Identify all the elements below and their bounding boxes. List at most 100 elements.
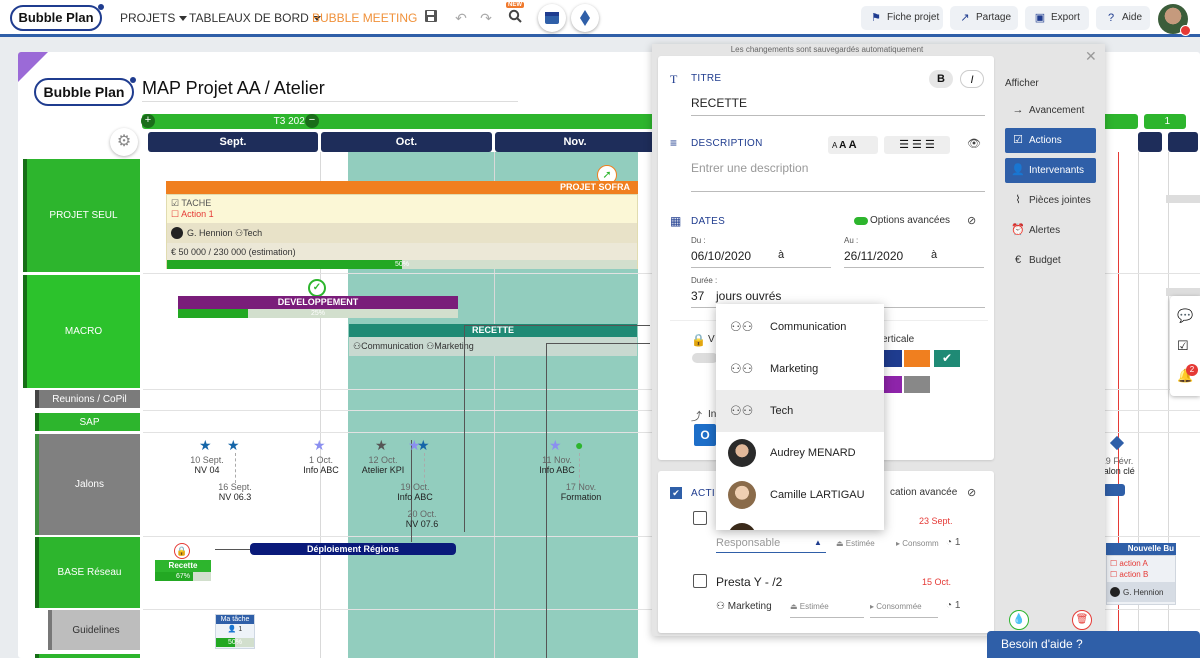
diamond-view-button[interactable] — [571, 4, 599, 32]
menu-pieces-jointes[interactable]: ⌇ Pièces jointes — [1005, 188, 1096, 213]
outlook-icon[interactable]: O — [694, 424, 716, 446]
eye-slash-icon[interactable]: ⊘ — [967, 214, 976, 227]
description-input[interactable]: Entrer une description — [691, 161, 808, 175]
action2-title[interactable]: Presta Y - /2 — [716, 575, 782, 589]
color-swatch-gray[interactable] — [904, 376, 930, 393]
milestone-star-icon[interactable]: ★ — [549, 438, 562, 452]
row-guidelines[interactable]: Guidelines — [48, 610, 140, 650]
action2-checkbox[interactable] — [693, 574, 707, 588]
month-next-2[interactable] — [1168, 132, 1198, 152]
responsable-select[interactable]: Responsable — [716, 537, 780, 549]
dropdown-option-more[interactable] — [716, 516, 884, 530]
month-nov[interactable]: Nov. — [495, 132, 655, 152]
dropdown-option-audrey-menard[interactable]: Audrey MENARD — [716, 432, 884, 474]
task-bar-fragment[interactable] — [1103, 484, 1125, 496]
task-recette-small[interactable]: Recette — [155, 560, 211, 572]
row-reunions[interactable]: Reunions / CoPil — [35, 390, 140, 408]
count-field-2[interactable]: ◔ 1 — [946, 600, 960, 611]
dropdown-option-tech[interactable]: ⚇⚇ Tech — [716, 390, 884, 432]
color-swatch-teal-selected[interactable]: ✔ — [934, 350, 960, 367]
options-avancees-toggle[interactable] — [854, 217, 868, 225]
milestone-star-icon[interactable]: ★ — [199, 438, 212, 452]
row-jalons[interactable]: Jalons — [35, 434, 140, 535]
italic-button[interactable]: I — [960, 70, 984, 88]
menu-avancement[interactable]: → Avancement — [1005, 98, 1096, 123]
check-icon[interactable]: ✓ — [308, 279, 326, 297]
dropdown-option-communication[interactable]: ⚇⚇ Communication — [716, 306, 884, 348]
action2-team[interactable]: ⚇ Marketing — [716, 601, 772, 612]
chat-icon[interactable]: 💬 — [1177, 308, 1193, 324]
partage-button[interactable]: ↗ Partage — [950, 6, 1018, 30]
action1-checkbox[interactable] — [693, 511, 707, 525]
nav-projets[interactable]: PROJETS — [120, 11, 188, 25]
nav-bubble-meeting[interactable]: BUBBLE MEETING — [312, 11, 417, 25]
dropdown-option-camille-lartigau[interactable]: Camille LARTIGAU — [716, 474, 884, 516]
task-developpement[interactable]: DEVELOPPEMENT — [178, 296, 458, 309]
user-avatar[interactable] — [1158, 4, 1191, 36]
milestone-star-icon[interactable]: ★ — [417, 438, 430, 452]
title-input[interactable]: RECETTE — [691, 96, 747, 110]
checklist-icon[interactable]: ☑ — [1177, 338, 1189, 354]
consommee2-field[interactable]: ▸ Consommée — [870, 602, 922, 611]
save-icon[interactable] — [422, 9, 440, 27]
month-next-1[interactable] — [1138, 132, 1162, 152]
close-icon[interactable]: ✕ — [1085, 48, 1097, 65]
end-date-input[interactable]: 26/11/2020 — [844, 249, 903, 263]
task-recette-teams[interactable]: ⚇Communication ⚇Marketing — [349, 337, 637, 356]
chevron-up-icon[interactable]: ▲ — [814, 538, 822, 547]
search-icon[interactable] — [506, 9, 524, 27]
row-sap[interactable]: SAP — [35, 413, 140, 431]
menu-budget[interactable]: € Budget — [1005, 248, 1096, 273]
settings-gear-icon[interactable]: ⚙ — [110, 128, 138, 156]
trash-icon[interactable]: 🗑 — [1072, 610, 1092, 630]
quarter-next[interactable]: 1 — [1144, 114, 1186, 129]
nav-tableaux-de-bord[interactable]: TABLEAUX DE BORD — [189, 11, 321, 25]
drop-icon[interactable]: 💧 — [1009, 610, 1029, 630]
lock-toggle[interactable] — [692, 353, 718, 363]
app-logo[interactable]: Bubble Plan — [10, 4, 104, 31]
text-align-buttons[interactable]: ☰ ☰ ☰ — [884, 136, 950, 154]
month-sept[interactable]: Sept. — [148, 132, 318, 152]
calendar-view-button[interactable] — [538, 4, 566, 32]
milestone-star-icon[interactable]: ★ — [313, 438, 326, 452]
consomme-field[interactable]: ▸ Consomm — [896, 539, 939, 548]
milestone-star-icon[interactable]: ★ — [227, 438, 240, 452]
task-ma-tache[interactable]: Ma tâche 👤 1 50% — [215, 614, 255, 649]
row-next[interactable] — [35, 654, 140, 658]
row-projet-seul[interactable]: PROJET SEUL — [23, 159, 140, 272]
color-swatch-orange[interactable] — [904, 350, 930, 367]
duration-input[interactable]: 37 — [691, 289, 704, 303]
dropdown-option-marketing[interactable]: ⚇⚇ Marketing — [716, 348, 884, 390]
task-projet-sofra-details[interactable]: ☑ TACHE ☐ Action 1 G. Hennion ⚇Tech € 50… — [166, 194, 638, 269]
row-macro[interactable]: MACRO — [23, 275, 140, 388]
aide-button[interactable]: ? Aide — [1096, 6, 1150, 30]
help-chat-button[interactable]: Besoin d'aide ? — [987, 631, 1200, 658]
milestone-star-icon[interactable]: ★ — [375, 438, 388, 452]
row-base-reseau[interactable]: BASE Réseau — [35, 537, 140, 608]
task-projet-sofra[interactable]: PROJET SOFRA — [166, 181, 638, 194]
add-period-button[interactable]: + — [141, 114, 155, 128]
lock-icon[interactable]: 🔒 — [174, 543, 190, 559]
text-size-buttons[interactable]: A A A — [828, 136, 878, 154]
estimee-field[interactable]: ⏏ Estimée — [836, 539, 875, 548]
task-nouvelle-bu-details[interactable]: ☐ action A ☐ action B G. Hennion — [1106, 555, 1176, 605]
month-oct[interactable]: Oct. — [321, 132, 492, 152]
export-button[interactable]: ▣ Export — [1025, 6, 1089, 30]
eye-slash-icon[interactable]: ⊘ — [967, 486, 976, 499]
count-field-1[interactable]: ◔ 1 — [946, 537, 960, 548]
fiche-projet-button[interactable]: ⚑ Fiche projet — [861, 6, 943, 30]
task-deploiement-regions[interactable]: Déploiement Régions — [250, 543, 456, 555]
eye-icon[interactable]: 👁 — [967, 137, 981, 150]
undo-icon[interactable]: ↶ — [452, 9, 470, 27]
task-nouvelle-bu[interactable]: Nouvelle Bu — [1106, 543, 1176, 555]
menu-alertes[interactable]: ⏰ Alertes — [1005, 218, 1096, 243]
menu-intervenants[interactable]: 👤 Intervenants — [1005, 158, 1096, 183]
remove-period-button[interactable]: − — [305, 114, 319, 128]
estimee2-field[interactable]: ⏏ Estimée — [790, 602, 829, 611]
start-date-input[interactable]: 06/10/2020 — [691, 249, 751, 263]
menu-actions[interactable]: ☑ Actions — [1005, 128, 1096, 153]
redo-icon[interactable]: ↷ — [477, 9, 495, 27]
milestone-comment-icon[interactable]: ● — [575, 438, 583, 452]
project-title[interactable]: MAP Projet AA / Atelier — [142, 78, 518, 102]
bold-button[interactable]: B — [929, 70, 953, 88]
